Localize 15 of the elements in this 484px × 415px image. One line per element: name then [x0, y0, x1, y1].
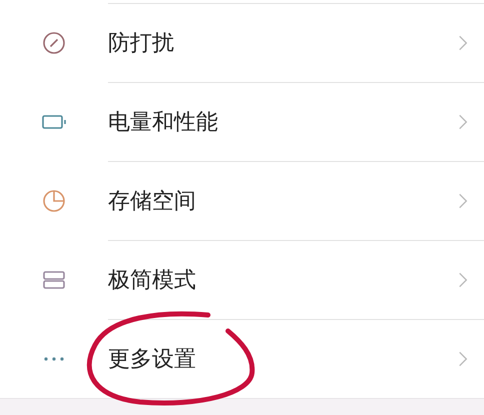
chevron-right-icon [458, 192, 468, 210]
item-label: 电量和性能 [108, 109, 219, 137]
settings-item[interactable]: 电量和性能 [0, 83, 484, 161]
settings-item[interactable]: 更多设置 [0, 320, 484, 398]
chevron-right-icon [458, 34, 468, 52]
settings-item[interactable]: 极简模式 [0, 241, 484, 319]
settings-item[interactable]: 防打扰 [0, 4, 484, 82]
chevron-right-icon [458, 271, 468, 289]
item-label: 存储空间 [108, 188, 197, 216]
settings-item[interactable]: 存储空间 [0, 162, 484, 240]
chevron-right-icon [458, 350, 468, 368]
item-label: 更多设置 [108, 346, 197, 374]
item-label: 防打扰 [108, 30, 175, 58]
item-label: 极简模式 [108, 267, 197, 295]
chevron-right-icon [458, 113, 468, 131]
